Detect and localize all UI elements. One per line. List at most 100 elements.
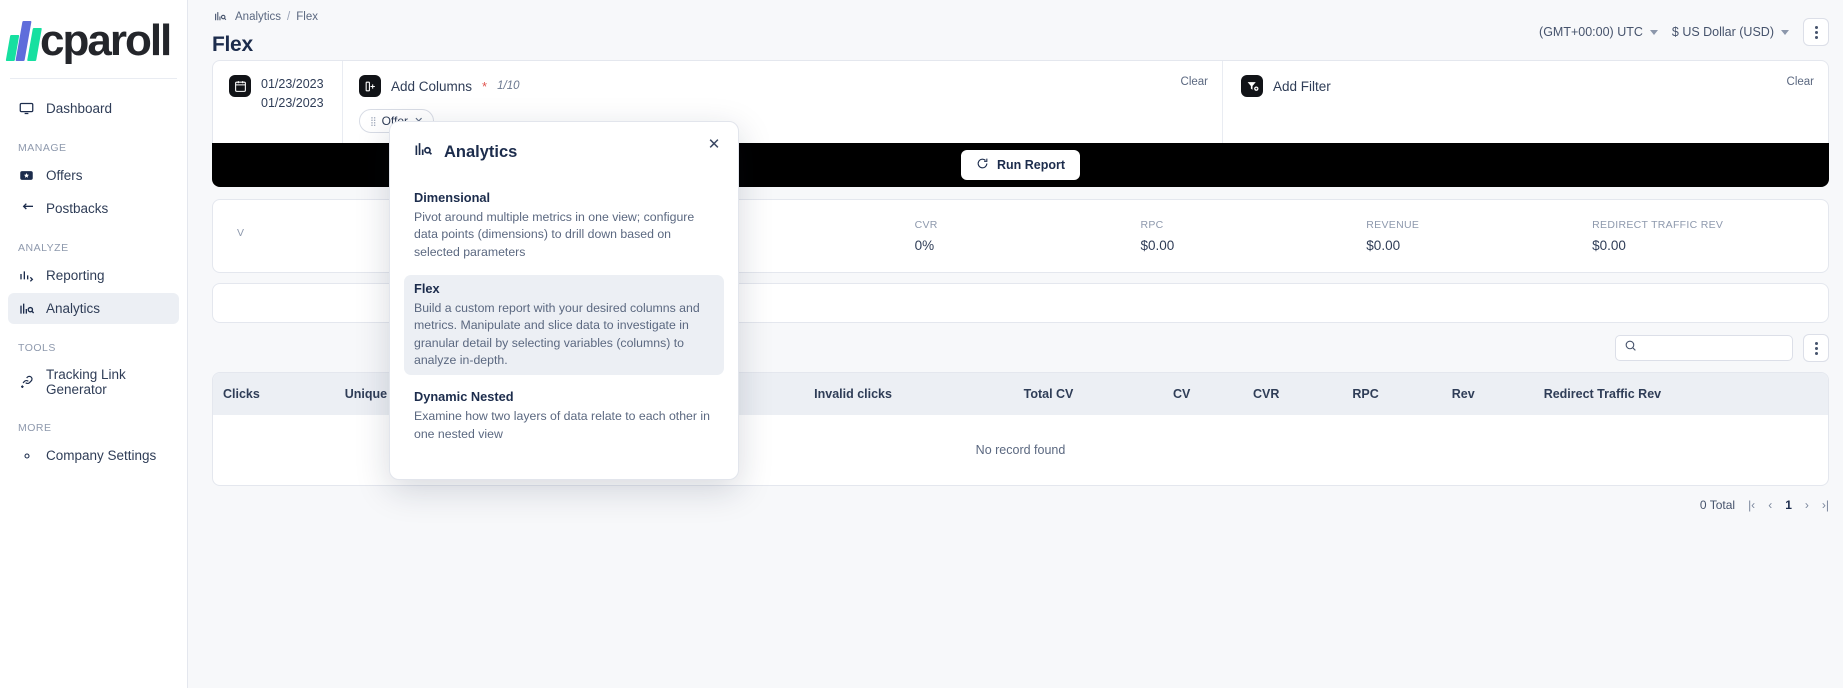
sidebar-group-analyze: ANALYZE	[18, 242, 69, 254]
option-description: Pivot around multiple metrics in one vie…	[414, 210, 695, 259]
sidebar-item-postbacks[interactable]: Postbacks	[8, 193, 179, 224]
stat-label: RPC	[1140, 219, 1164, 231]
column-header[interactable]: Invalid clicks	[804, 373, 1014, 415]
breadcrumb-analytics[interactable]: Analytics	[235, 11, 281, 23]
analytics-modal: ✕ Analytics Dimensional Pivot around mul…	[389, 121, 739, 480]
currency-selector[interactable]: $ US Dollar (USD)	[1672, 25, 1789, 39]
stat-label: REVENUE	[1366, 219, 1420, 231]
last-page-button[interactable]: ›|	[1822, 498, 1829, 512]
option-name: Dynamic Nested	[414, 389, 514, 405]
add-columns-header: Add Columns * 1/10	[359, 75, 1208, 97]
filter-icon[interactable]	[1241, 75, 1263, 97]
sidebar-item-label: Offers	[46, 168, 83, 183]
sidebar-item-offers[interactable]: Offers	[8, 160, 179, 191]
date-to: 01/23/2023	[261, 96, 324, 111]
clear-columns-button[interactable]: Clear	[1181, 76, 1208, 88]
stat-item: REDIRECT TRAFFIC REV $0.00	[1592, 219, 1818, 253]
sidebar-item-tracking-link-generator[interactable]: Tracking Link Generator	[8, 360, 179, 404]
sidebar-item-label: Reporting	[46, 268, 105, 283]
column-header[interactable]: CV	[1163, 373, 1244, 415]
date-from: 01/23/2023	[261, 77, 324, 91]
column-header[interactable]: CVR	[1243, 373, 1343, 415]
search-input[interactable]	[1643, 341, 1784, 355]
currency-label: $ US Dollar (USD)	[1671, 25, 1774, 39]
sidebar-divider	[10, 78, 177, 79]
brand-logo[interactable]: cparoll	[0, 0, 187, 78]
first-page-button[interactable]: |‹	[1748, 498, 1755, 512]
modal-option-dynamic-nested[interactable]: Dynamic Nested Examine how two layers of…	[404, 383, 724, 449]
timezone-selector[interactable]: (GMT+00:00) UTC	[1539, 25, 1658, 39]
stat-value: $0.00	[1366, 238, 1401, 253]
column-header[interactable]: Clicks	[213, 373, 335, 415]
sidebar-item-label: Dashboard	[46, 101, 113, 116]
analytics-icon	[18, 300, 35, 317]
modal-title: Analytics	[444, 142, 518, 161]
stat-item: CVR 0%	[915, 219, 1141, 253]
clear-filters-button[interactable]: Clear	[1787, 76, 1814, 88]
close-icon[interactable]: ✕	[704, 134, 724, 154]
more-options-button[interactable]	[1803, 18, 1829, 46]
sidebar-item-dashboard[interactable]: Dashboard	[8, 93, 179, 124]
search-box[interactable]	[1615, 335, 1793, 361]
add-columns-label[interactable]: Add Columns	[391, 79, 472, 94]
app-root: cparoll Dashboard MANAGE Offers Postback…	[0, 0, 1843, 688]
add-filter-header: Add Filter	[1241, 75, 1814, 97]
pagination: 0 Total |‹ ‹ 1 › ›|	[212, 498, 1829, 512]
column-header[interactable]: Total CV	[1013, 373, 1164, 415]
column-header[interactable]: Redirect Traffic Rev	[1533, 373, 1828, 415]
column-header[interactable]: Rev	[1441, 373, 1534, 415]
main-content: Analytics / Flex Flex (GMT+00:00) UTC $ …	[188, 0, 1843, 688]
drag-handle-icon[interactable]: ⣿	[370, 116, 377, 127]
page-title: Flex	[212, 33, 253, 56]
column-header[interactable]: RPC	[1342, 373, 1442, 415]
breadcrumb-separator: /	[287, 10, 291, 23]
stat-value: $0.00	[1140, 238, 1175, 253]
calendar-icon	[229, 75, 251, 97]
modal-option-flex[interactable]: Flex Build a custom report with your des…	[404, 274, 724, 376]
date-range-values: 01/23/2023 01/23/2023	[261, 75, 324, 133]
analytics-icon	[414, 140, 433, 164]
option-name: Dimensional	[414, 190, 491, 205]
logo-bars-icon	[5, 19, 42, 61]
stat-label: REDIRECT TRAFFIC REV	[1592, 219, 1724, 231]
option-description: Build a custom report with your desired …	[414, 300, 700, 367]
analytics-icon	[212, 8, 229, 25]
brand-name: cparoll	[40, 16, 172, 66]
date-range-section[interactable]: 01/23/2023 01/23/2023	[213, 61, 343, 143]
page-number[interactable]: 1	[1785, 498, 1792, 512]
next-page-button[interactable]: ›	[1805, 498, 1809, 512]
add-columns-icon[interactable]	[359, 75, 381, 97]
stat-label: CVR	[914, 219, 938, 231]
sidebar-group-tools: TOOLS	[18, 342, 56, 354]
breadcrumb-flex[interactable]: Flex	[296, 11, 318, 23]
sidebar-item-reporting[interactable]: Reporting	[8, 260, 179, 291]
required-asterisk: *	[482, 78, 488, 94]
sidebar-item-label: Postbacks	[46, 201, 109, 216]
sidebar-item-company-settings[interactable]: Company Settings	[8, 440, 179, 471]
sidebar-item-label: Analytics	[46, 301, 101, 316]
sidebar-group-manage: MANAGE	[18, 142, 67, 154]
sidebar-item-analytics[interactable]: Analytics	[8, 293, 179, 324]
modal-option-dimensional[interactable]: Dimensional Pivot around multiple metric…	[404, 184, 724, 267]
timezone-label: (GMT+00:00) UTC	[1539, 25, 1643, 39]
add-filter-section: Add Filter Clear	[1223, 61, 1828, 143]
modal-header: Analytics	[414, 140, 714, 164]
link-icon	[18, 374, 35, 391]
add-columns-count: 1/10	[497, 80, 520, 92]
sidebar-item-label: Tracking Link Generator	[46, 367, 126, 397]
top-bar: Analytics / Flex Flex (GMT+00:00) UTC $ …	[188, 0, 1843, 60]
stat-item: RPC $0.00	[1140, 219, 1366, 253]
total-count: 0 Total	[1699, 498, 1736, 512]
run-report-label: Run Report	[996, 158, 1066, 172]
run-report-button[interactable]: Run Report	[960, 150, 1081, 180]
table-options-button[interactable]	[1803, 334, 1829, 362]
prev-page-button[interactable]: ‹	[1768, 498, 1772, 512]
sidebar-nav: Dashboard MANAGE Offers Postbacks ANALYZ…	[0, 93, 187, 471]
breadcrumb-column: Analytics / Flex Flex	[212, 8, 1539, 57]
monitor-icon	[18, 100, 35, 117]
breadcrumb: Analytics / Flex	[212, 8, 1539, 25]
gear-icon	[18, 447, 35, 464]
add-filter-label[interactable]: Add Filter	[1273, 79, 1331, 94]
refresh-icon	[976, 157, 989, 173]
sidebar-group-more: MORE	[18, 422, 52, 434]
